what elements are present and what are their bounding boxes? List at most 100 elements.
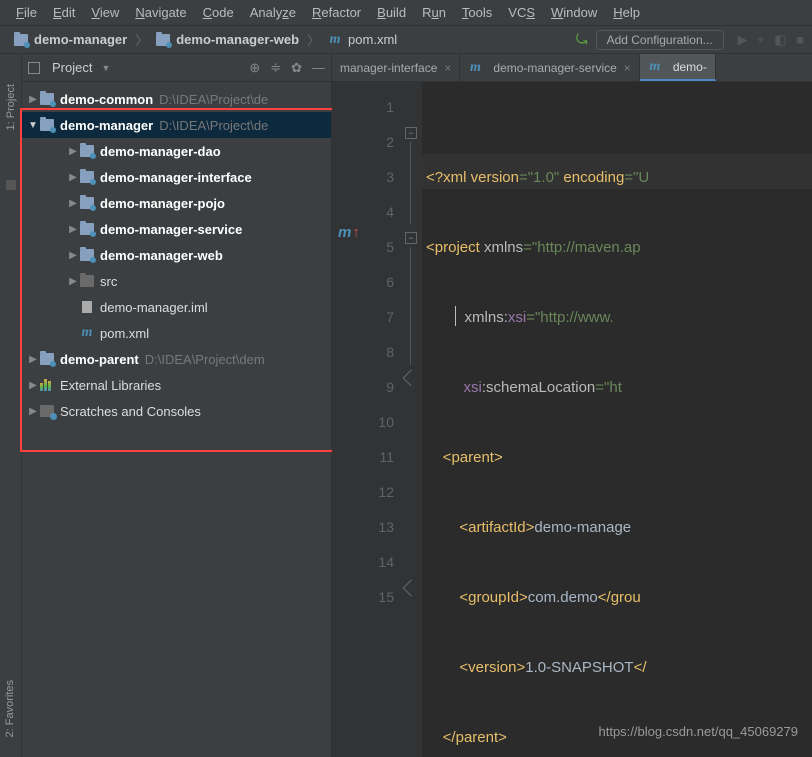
- menu-bar: File Edit View Navigate Code Analyze Ref…: [0, 0, 812, 26]
- tree-node-label: demo-manager: [60, 118, 153, 133]
- stop-icon[interactable]: ■: [796, 32, 804, 47]
- tree-node-interface[interactable]: ▶ demo-manager-interface: [22, 164, 331, 190]
- tree-node-label: demo-manager.iml: [100, 300, 208, 315]
- line-number: 13: [368, 510, 394, 545]
- run-toolbar: ▶ ⌖ ◧ ■: [732, 32, 804, 48]
- tree-node-web[interactable]: ▶ demo-manager-web: [22, 242, 331, 268]
- menu-code[interactable]: Code: [195, 5, 242, 20]
- fold-collapse-icon[interactable]: −: [405, 127, 417, 139]
- fold-end-icon: [403, 580, 420, 597]
- fold-line: [410, 247, 411, 365]
- expand-arrow-icon[interactable]: ▶: [26, 94, 40, 105]
- tree-node-scratches[interactable]: ▶ Scratches and Consoles: [22, 398, 331, 424]
- watermark-text: https://blog.csdn.net/qq_45069279: [599, 724, 799, 739]
- locate-icon[interactable]: ⊕: [249, 60, 260, 76]
- tree-node-pojo[interactable]: ▶ demo-manager-pojo: [22, 190, 331, 216]
- editor-tab-active[interactable]: m demo-: [640, 54, 716, 81]
- expand-arrow-icon[interactable]: ▶: [66, 276, 80, 287]
- editor-tab[interactable]: m demo-manager-service ×: [460, 54, 639, 81]
- tree-node-demo-parent[interactable]: ▶ demo-parent D:\IDEA\Project\dem: [22, 346, 331, 372]
- code-content[interactable]: <?xml version="1.0" encoding="U <project…: [422, 82, 812, 757]
- hide-panel-icon[interactable]: —: [312, 60, 325, 76]
- tree-node-iml[interactable]: demo-manager.iml: [22, 294, 331, 320]
- menu-window[interactable]: Window: [543, 5, 605, 20]
- tree-node-path: D:\IDEA\Project\de: [159, 92, 268, 107]
- maven-file-icon: m: [80, 326, 94, 340]
- tree-node-path: D:\IDEA\Project\dem: [145, 352, 265, 367]
- line-number: 11: [368, 440, 394, 475]
- menu-analyze[interactable]: Analyze: [242, 5, 304, 20]
- fold-collapse-icon[interactable]: −: [405, 232, 417, 244]
- left-tool-strip: 1: Project 2: Favorites: [0, 54, 22, 757]
- breadcrumb-seg-2[interactable]: demo-manager-web: [150, 32, 305, 47]
- project-view-selector[interactable]: Project ▼: [28, 60, 110, 75]
- editor-area: manager-interface × m demo-manager-servi…: [332, 54, 812, 757]
- tree-node-external-libs[interactable]: ▶ External Libraries: [22, 372, 331, 398]
- tree-node-src[interactable]: ▶ src: [22, 268, 331, 294]
- chevron-right-icon: 〉: [133, 30, 150, 49]
- maven-file-icon: m: [648, 60, 662, 74]
- tree-node-label: demo-manager-pojo: [100, 196, 225, 211]
- editor-tab[interactable]: manager-interface ×: [332, 54, 460, 81]
- run-icon[interactable]: ▶: [738, 32, 748, 47]
- expand-arrow-icon[interactable]: ▶: [26, 380, 40, 391]
- line-number: 5: [368, 230, 394, 265]
- expand-arrow-icon[interactable]: ▶: [26, 354, 40, 365]
- breadcrumb-seg-3[interactable]: m pom.xml: [322, 32, 403, 47]
- expand-arrow-icon[interactable]: ▶: [66, 224, 80, 235]
- expand-arrow-icon[interactable]: ▶: [66, 250, 80, 261]
- menu-help[interactable]: Help: [605, 5, 648, 20]
- menu-view[interactable]: View: [83, 5, 127, 20]
- menu-build[interactable]: Build: [369, 5, 414, 20]
- line-number: 9: [368, 370, 394, 405]
- expand-arrow-icon[interactable]: ▶: [26, 406, 40, 417]
- tool-tab-project[interactable]: 1: Project: [5, 84, 17, 130]
- collapse-arrow-icon[interactable]: ▼: [26, 120, 40, 131]
- menu-run[interactable]: Run: [414, 5, 454, 20]
- line-number-gutter: 1 2 3 4 5 6 7 8 9 10 11 12 13 14 15: [368, 82, 402, 757]
- line-number: 4: [368, 195, 394, 230]
- build-icon[interactable]: ⤿: [576, 31, 588, 48]
- tree-node-demo-common[interactable]: ▶ demo-common D:\IDEA\Project\de: [22, 86, 331, 112]
- module-folder-icon: [40, 93, 54, 105]
- menu-navigate[interactable]: Navigate: [127, 5, 194, 20]
- iml-file-icon: [80, 300, 94, 314]
- tree-node-service[interactable]: ▶ demo-manager-service: [22, 216, 331, 242]
- module-folder-icon: [156, 34, 170, 46]
- debug-icon[interactable]: ⌖: [757, 32, 764, 47]
- tree-node-pom[interactable]: m pom.xml: [22, 320, 331, 346]
- menu-vcs[interactable]: VCS: [500, 5, 543, 20]
- fold-end-icon: [403, 370, 420, 387]
- settings-gear-icon[interactable]: ✿: [291, 60, 302, 76]
- line-number: 12: [368, 475, 394, 510]
- menu-file[interactable]: File: [8, 5, 45, 20]
- run-configuration-select[interactable]: Add Configuration...: [596, 30, 724, 50]
- line-number: 10: [368, 405, 394, 440]
- chevron-down-icon: ▼: [101, 63, 110, 73]
- project-panel: Project ▼ ⊕ ≑ ✿ — ▶ demo-common D:\IDEA\…: [22, 54, 332, 757]
- expand-all-icon[interactable]: ≑: [270, 60, 281, 76]
- tree-node-demo-manager[interactable]: ▼ demo-manager D:\IDEA\Project\de: [22, 112, 331, 138]
- expand-arrow-icon[interactable]: ▶: [66, 146, 80, 157]
- menu-refactor[interactable]: Refactor: [304, 5, 369, 20]
- tree-node-dao[interactable]: ▶ demo-manager-dao: [22, 138, 331, 164]
- breadcrumb-seg-1[interactable]: demo-manager: [8, 32, 133, 47]
- menu-edit[interactable]: Edit: [45, 5, 83, 20]
- menu-tools[interactable]: Tools: [454, 5, 500, 20]
- line-number: 3: [368, 160, 394, 195]
- close-tab-icon[interactable]: ×: [624, 61, 631, 75]
- code-editor[interactable]: m 1 2 3 4 5 6 7 8 9 10 11 12 13 14 15 −: [332, 82, 812, 757]
- tool-tab-structure-icon[interactable]: [6, 180, 16, 190]
- tool-tab-favorites[interactable]: 2: Favorites: [4, 680, 16, 737]
- close-tab-icon[interactable]: ×: [444, 61, 451, 75]
- expand-arrow-icon[interactable]: ▶: [66, 172, 80, 183]
- expand-arrow-icon[interactable]: ▶: [66, 198, 80, 209]
- tree-node-label: demo-manager-dao: [100, 144, 221, 159]
- module-folder-icon: [80, 223, 94, 235]
- tab-label: demo-manager-service: [493, 61, 616, 75]
- project-panel-title: Project: [52, 60, 92, 75]
- maven-up-icon[interactable]: m: [338, 224, 360, 241]
- tree-node-label: Scratches and Consoles: [60, 404, 201, 419]
- module-folder-icon: [80, 171, 94, 183]
- coverage-icon[interactable]: ◧: [774, 32, 786, 47]
